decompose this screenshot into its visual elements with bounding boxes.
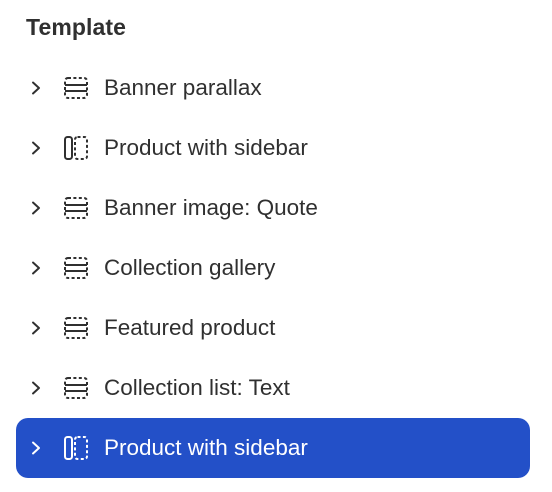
chevron-right-icon[interactable] bbox=[28, 140, 44, 156]
chevron-right-icon[interactable] bbox=[28, 380, 44, 396]
section-heading: Template bbox=[26, 14, 127, 40]
sidebar-section-icon bbox=[62, 434, 90, 462]
section-item-label: Product with sidebar bbox=[104, 435, 308, 460]
section-item-collection-gallery[interactable]: Collection gallery bbox=[16, 238, 530, 298]
chevron-right-icon[interactable] bbox=[28, 80, 44, 96]
section-item-label: Collection list: Text bbox=[104, 375, 290, 400]
section-item-label: Product with sidebar bbox=[104, 135, 308, 160]
section-item-featured-product[interactable]: Featured product bbox=[16, 298, 530, 358]
banner-section-icon bbox=[62, 254, 90, 282]
chevron-right-icon[interactable] bbox=[28, 260, 44, 276]
sidebar-section-icon bbox=[62, 134, 90, 162]
section-item-banner-image-quote[interactable]: Banner image: Quote bbox=[16, 178, 530, 238]
banner-section-icon bbox=[62, 374, 90, 402]
section-item-label: Banner image: Quote bbox=[104, 195, 318, 220]
chevron-right-icon[interactable] bbox=[28, 200, 44, 216]
section-item-label: Banner parallax bbox=[104, 75, 262, 100]
chevron-right-icon[interactable] bbox=[28, 440, 44, 456]
chevron-right-icon[interactable] bbox=[28, 320, 44, 336]
section-item-label: Featured product bbox=[104, 315, 276, 340]
banner-section-icon bbox=[62, 194, 90, 222]
section-item-product-with-sidebar[interactable]: Product with sidebar bbox=[16, 118, 530, 178]
section-item-product-with-sidebar-selected[interactable]: Product with sidebar bbox=[16, 418, 530, 478]
section-item-banner-parallax[interactable]: Banner parallax bbox=[16, 58, 530, 118]
section-item-label: Collection gallery bbox=[104, 255, 276, 280]
banner-section-icon bbox=[62, 314, 90, 342]
section-item-collection-list-text[interactable]: Collection list: Text bbox=[16, 358, 530, 418]
template-panel: Template Banner parallax Product with si… bbox=[0, 0, 552, 492]
banner-section-icon bbox=[62, 74, 90, 102]
section-list: Banner parallax Product with sidebar Ban… bbox=[16, 58, 530, 478]
